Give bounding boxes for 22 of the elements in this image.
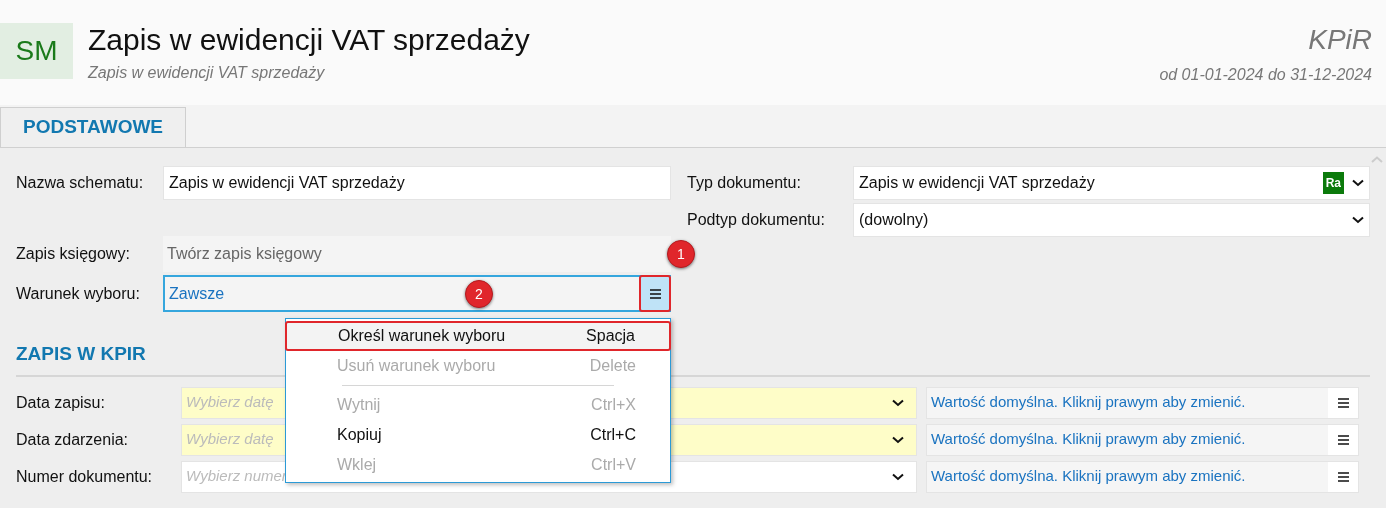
- field-value: Zapis w ewidencji VAT sprzedaży: [859, 173, 1096, 193]
- field-label: Podtyp dokumentu:: [687, 210, 826, 230]
- app-logo: SM: [0, 23, 73, 79]
- field-placeholder: Wybierz datę: [186, 392, 274, 413]
- field-label: Numer dokumentu:: [16, 466, 154, 487]
- field-label: Warunek wyboru:: [16, 283, 141, 304]
- field-label: Data zdarzenia:: [16, 429, 130, 450]
- field-label: Zapis księgowy:: [16, 244, 131, 264]
- module-name: KPiR: [1308, 23, 1372, 57]
- page-title: Zapis w ewidencji VAT sprzedaży: [88, 23, 530, 57]
- field-label: Nazwa schematu:: [16, 173, 145, 193]
- step-badge: 1: [667, 240, 695, 268]
- period-range: od 01-01-2024 do 31-12-2024: [1159, 65, 1372, 85]
- field-label: Data zapisu:: [16, 392, 106, 413]
- field-label: Typ dokumentu:: [687, 173, 802, 193]
- step-badge: 2: [465, 280, 493, 308]
- page-subtitle: Zapis w ewidencji VAT sprzedaży: [88, 63, 326, 83]
- field-placeholder: Wybierz numer: [186, 466, 287, 487]
- field-placeholder: Wybierz datę: [186, 429, 274, 450]
- field-value: (dowolny): [859, 210, 930, 230]
- field-value: Zawsze: [169, 283, 225, 304]
- tag-badge: Ra: [1322, 172, 1344, 194]
